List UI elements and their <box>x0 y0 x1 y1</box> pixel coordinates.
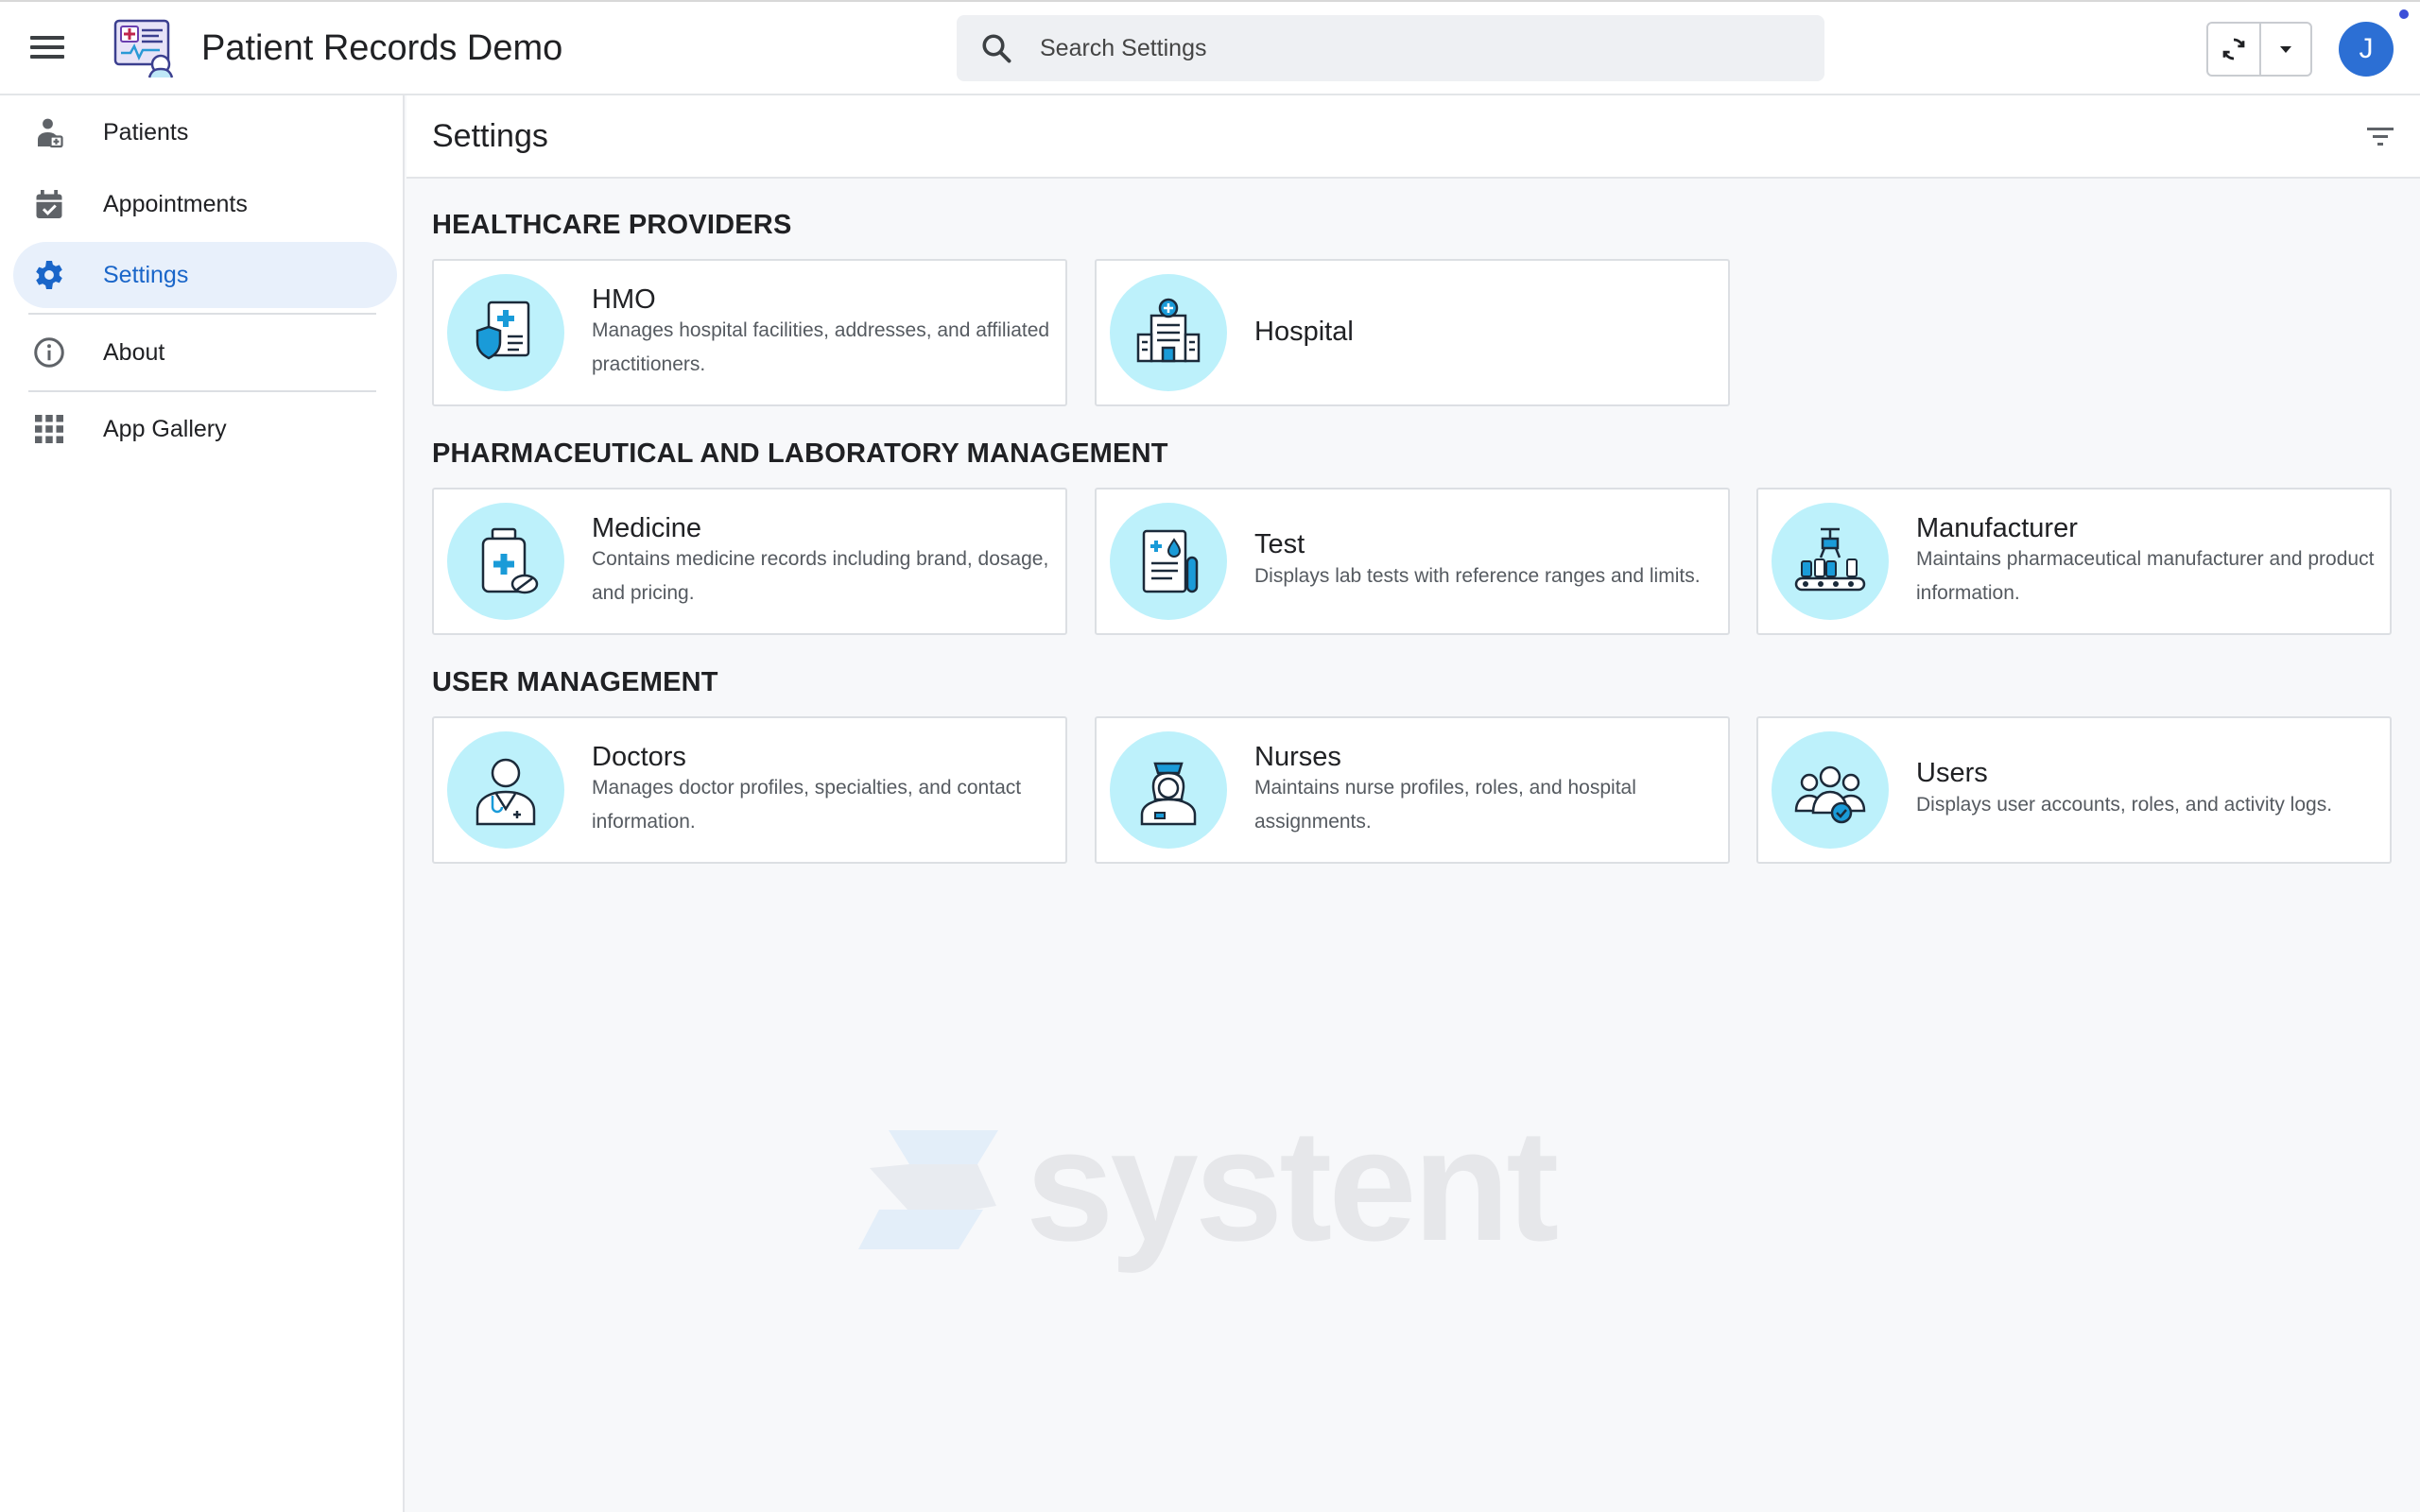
card-title: Users <box>1916 758 1988 788</box>
systent-watermark: systent <box>851 1096 1598 1274</box>
sync-button[interactable] <box>2208 24 2259 75</box>
card-title: Hospital <box>1254 317 1354 347</box>
sync-button-group <box>2206 22 2312 77</box>
card-description: Contains medicine records including bran… <box>592 548 1049 604</box>
card-title: Doctors <box>592 742 686 772</box>
users-icon <box>1794 765 1866 824</box>
chevron-down-icon <box>2279 46 2291 53</box>
sync-icon <box>2222 38 2245 60</box>
search-bar[interactable] <box>957 15 1824 81</box>
badge <box>1772 731 1889 849</box>
card-test[interactable]: Test Displays lab tests with reference r… <box>1095 488 1730 635</box>
card-description: Displays user accounts, roles, and activ… <box>1916 794 2333 816</box>
badge <box>1110 503 1227 620</box>
card-users[interactable]: Users Displays user accounts, roles, and… <box>1756 716 2392 864</box>
page-title: Settings <box>432 118 548 154</box>
section-title-user-management: USER MANAGEMENT <box>432 667 718 697</box>
badge <box>447 274 564 391</box>
card-manufacturer[interactable]: Manufacturer Maintains pharmaceutical ma… <box>1756 488 2392 635</box>
card-title: HMO <box>592 284 656 315</box>
info-icon <box>34 337 64 368</box>
badge <box>1110 731 1227 849</box>
sidebar-item-about[interactable]: About <box>13 319 397 386</box>
card-description: Maintains nurse profiles, roles, and hos… <box>1254 777 1636 833</box>
sidebar: Patients Appointments Settings About App… <box>0 95 405 1512</box>
sidebar-divider <box>28 390 376 392</box>
sidebar-item-label: Appointments <box>103 191 248 217</box>
manufacturer-icon <box>1794 527 1866 592</box>
section-title-pharma-lab: PHARMACEUTICAL AND LABORATORY MANAGEMENT <box>432 438 1168 469</box>
gear-icon <box>36 261 62 289</box>
card-description: Maintains pharmaceutical manufacturer an… <box>1916 548 2375 604</box>
hospital-icon <box>1136 298 1201 363</box>
sidebar-item-label: Settings <box>103 262 189 288</box>
sidebar-item-appointments[interactable]: Appointments <box>13 171 397 237</box>
search-input[interactable] <box>1040 15 1796 81</box>
sidebar-item-label: App Gallery <box>103 416 227 442</box>
sidebar-item-label: About <box>103 339 165 366</box>
calendar-check-icon <box>36 190 62 218</box>
card-description: Manages doctor profiles, specialties, an… <box>592 777 1022 833</box>
card-nurses[interactable]: Nurses Maintains nurse profiles, roles, … <box>1095 716 1730 864</box>
nurse-icon <box>1140 762 1197 826</box>
hmo-icon <box>475 301 530 360</box>
sidebar-item-label: Patients <box>103 119 189 146</box>
filter-icon[interactable] <box>2363 124 2397 150</box>
app-logo-icon <box>113 19 174 78</box>
app-header: Patient Records Demo J <box>0 0 2420 95</box>
page-header: Settings <box>406 95 2420 179</box>
sidebar-item-patients[interactable]: Patients <box>13 99 397 165</box>
hamburger-menu-icon[interactable] <box>26 30 68 68</box>
sync-options-dropdown[interactable] <box>2258 24 2310 75</box>
watermark-text: systent <box>1026 1096 1559 1274</box>
sidebar-item-settings[interactable]: Settings <box>13 242 397 308</box>
badge <box>447 503 564 620</box>
card-hospital[interactable]: Hospital <box>1095 259 1730 406</box>
card-description: Manages hospital facilities, addresses, … <box>592 319 1050 375</box>
systent-logo-icon <box>858 1130 998 1249</box>
user-avatar[interactable]: J <box>2339 22 2394 77</box>
card-title: Manufacturer <box>1916 513 2078 543</box>
sidebar-item-app-gallery[interactable]: App Gallery <box>13 396 397 462</box>
card-title: Test <box>1254 529 1305 559</box>
card-hmo[interactable]: HMO Manages hospital facilities, address… <box>432 259 1067 406</box>
card-title: Nurses <box>1254 742 1341 772</box>
grid-icon <box>35 415 63 443</box>
badge <box>447 731 564 849</box>
card-title: Medicine <box>592 513 702 543</box>
lab-test-icon <box>1142 529 1199 593</box>
badge <box>1110 274 1227 391</box>
card-medicine[interactable]: Medicine Contains medicine records inclu… <box>432 488 1067 635</box>
search-icon <box>982 34 1011 63</box>
section-title-healthcare-providers: HEALTHCARE PROVIDERS <box>432 210 792 240</box>
notification-dot <box>2399 9 2409 19</box>
patient-icon <box>38 118 63 148</box>
sidebar-divider <box>28 313 376 315</box>
badge <box>1772 503 1889 620</box>
card-description: Displays lab tests with reference ranges… <box>1254 565 1701 587</box>
app-title: Patient Records Demo <box>201 28 563 68</box>
doctor-icon <box>475 758 536 826</box>
card-doctors[interactable]: Doctors Manages doctor profiles, special… <box>432 716 1067 864</box>
medicine-icon <box>481 527 539 594</box>
